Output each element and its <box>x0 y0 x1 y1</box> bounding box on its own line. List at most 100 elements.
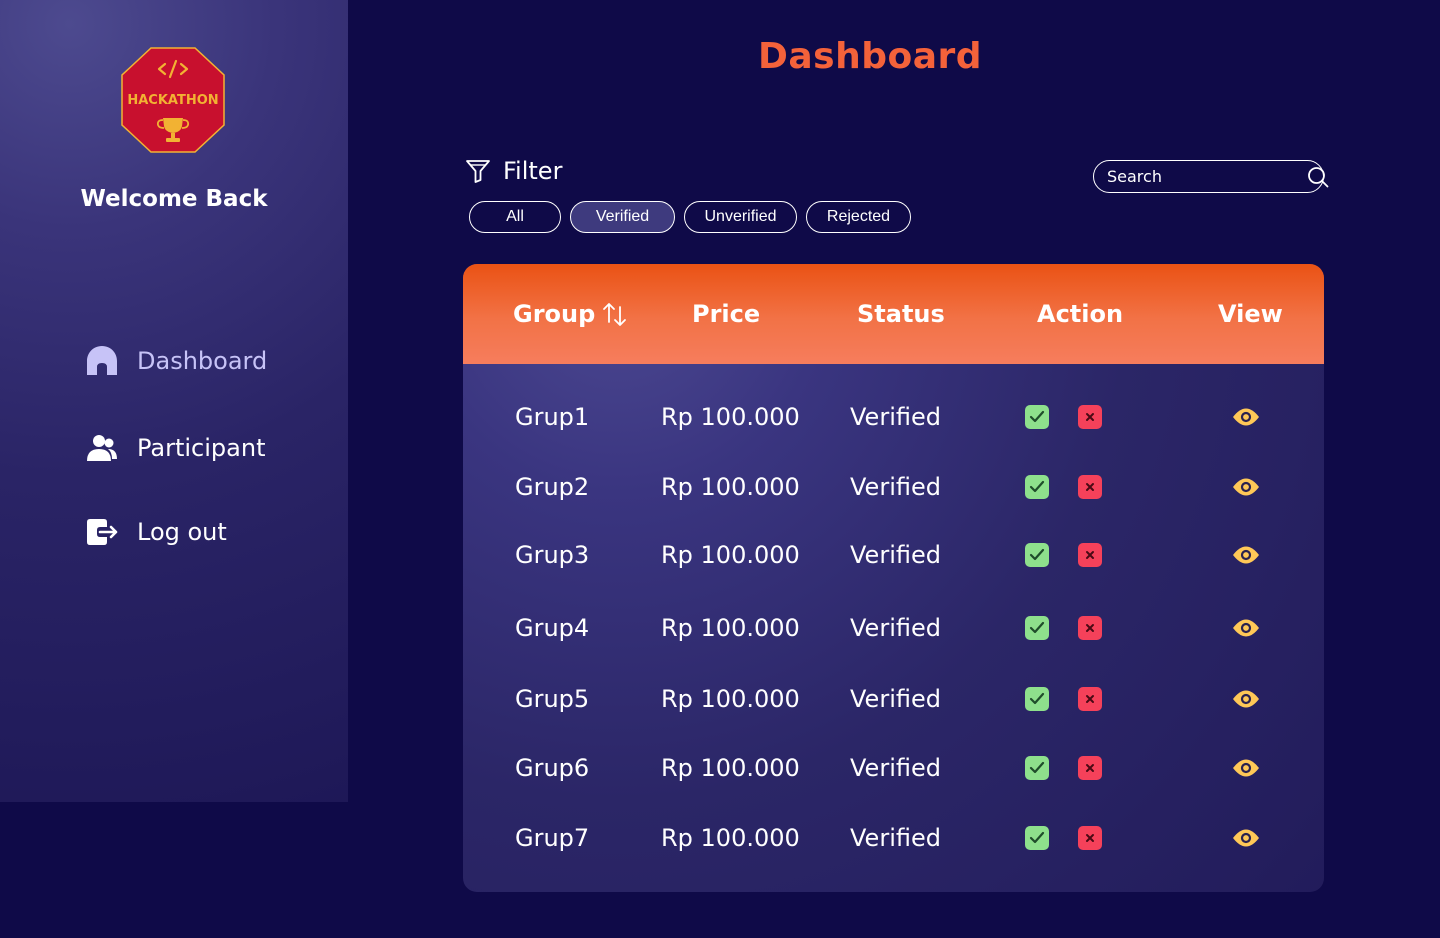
approve-button[interactable] <box>1025 405 1049 429</box>
eye-icon <box>1233 619 1259 637</box>
hackathon-logo: HACKATHON <box>121 47 225 153</box>
cell-status: Verified <box>850 473 941 501</box>
filter-chip-unverified[interactable]: Unverified <box>684 201 797 233</box>
filter-chip-rejected[interactable]: Rejected <box>806 201 911 233</box>
column-header-group[interactable]: Group <box>513 264 628 364</box>
sidebar-item-label: Participant <box>137 434 266 462</box>
cell-status: Verified <box>850 541 941 569</box>
cell-status: Verified <box>850 403 941 431</box>
column-header-view: View <box>1218 300 1283 328</box>
cell-group: Grup7 <box>515 824 590 852</box>
cell-status: Verified <box>850 754 941 782</box>
eye-icon <box>1233 478 1259 496</box>
eye-icon <box>1233 759 1259 777</box>
approve-button[interactable] <box>1025 756 1049 780</box>
table-row: Grup4 Rp 100.000 Verified <box>463 603 1324 653</box>
table-row: Grup1 Rp 100.000 Verified <box>463 392 1324 442</box>
welcome-text: Welcome Back <box>80 186 268 212</box>
cell-group: Grup4 <box>515 614 590 642</box>
cell-status: Verified <box>850 614 941 642</box>
approve-button[interactable] <box>1025 475 1049 499</box>
column-header-action: Action <box>1037 300 1124 328</box>
close-icon <box>1086 834 1094 842</box>
view-button[interactable] <box>1232 475 1260 499</box>
reject-button[interactable] <box>1078 405 1102 429</box>
reject-button[interactable] <box>1078 756 1102 780</box>
check-icon <box>1029 410 1045 423</box>
cell-price: Rp 100.000 <box>661 473 800 501</box>
filter-chip-verified[interactable]: Verified <box>570 201 675 233</box>
check-icon <box>1029 480 1045 493</box>
filter-icon <box>465 158 491 184</box>
cell-status: Verified <box>850 685 941 713</box>
view-button[interactable] <box>1232 687 1260 711</box>
filter-chip-all[interactable]: All <box>469 201 561 233</box>
table-row: Grup3 Rp 100.000 Verified <box>463 530 1324 580</box>
check-icon <box>1029 692 1045 705</box>
sort-icon[interactable] <box>602 300 628 328</box>
sidebar-item-logout[interactable]: Log out <box>84 512 227 552</box>
cell-price: Rp 100.000 <box>661 824 800 852</box>
users-icon <box>84 430 120 466</box>
column-header-price: Price <box>692 300 761 328</box>
table-header: Group Price Status Action View <box>463 264 1324 364</box>
approve-button[interactable] <box>1025 687 1049 711</box>
cell-status: Verified <box>850 824 941 852</box>
close-icon <box>1086 551 1094 559</box>
sidebar: HACKATHON Welcome Back Dashboard Partici… <box>0 0 348 802</box>
approve-button[interactable] <box>1025 826 1049 850</box>
sidebar-item-dashboard[interactable]: Dashboard <box>84 341 267 381</box>
approve-button[interactable] <box>1025 543 1049 567</box>
cell-price: Rp 100.000 <box>661 685 800 713</box>
search-box <box>1093 160 1329 193</box>
table-row: Grup7 Rp 100.000 Verified <box>463 813 1324 863</box>
cell-price: Rp 100.000 <box>661 541 800 569</box>
close-icon <box>1086 483 1094 491</box>
check-icon <box>1029 831 1045 844</box>
filter-label[interactable]: Filter <box>465 157 562 185</box>
reject-button[interactable] <box>1078 543 1102 567</box>
check-icon <box>1029 548 1045 561</box>
reject-button[interactable] <box>1078 687 1102 711</box>
reject-button[interactable] <box>1078 475 1102 499</box>
cell-group: Grup5 <box>515 685 590 713</box>
view-button[interactable] <box>1232 616 1260 640</box>
filter-text: Filter <box>503 157 563 185</box>
app-root: HACKATHON Welcome Back Dashboard Partici… <box>0 0 1440 938</box>
column-header-status: Status <box>857 300 945 328</box>
eye-icon <box>1233 829 1259 847</box>
cell-group: Grup6 <box>515 754 590 782</box>
eye-icon <box>1233 546 1259 564</box>
close-icon <box>1086 624 1094 632</box>
close-icon <box>1086 695 1094 703</box>
table-row: Grup6 Rp 100.000 Verified <box>463 743 1324 793</box>
table-row: Grup5 Rp 100.000 Verified <box>463 674 1324 724</box>
reject-button[interactable] <box>1078 616 1102 640</box>
search-icon[interactable] <box>1307 166 1329 188</box>
logout-icon <box>84 514 120 550</box>
cell-price: Rp 100.000 <box>661 403 800 431</box>
cell-group: Grup2 <box>515 473 590 501</box>
approve-button[interactable] <box>1025 616 1049 640</box>
check-icon <box>1029 621 1045 634</box>
eye-icon <box>1233 690 1259 708</box>
check-icon <box>1029 761 1045 774</box>
cell-price: Rp 100.000 <box>661 614 800 642</box>
search-input[interactable] <box>1107 167 1307 186</box>
close-icon <box>1086 413 1094 421</box>
sidebar-item-participant[interactable]: Participant <box>84 428 265 468</box>
close-icon <box>1086 764 1094 772</box>
table-row: Grup2 Rp 100.000 Verified <box>463 462 1324 512</box>
sidebar-item-label: Log out <box>137 518 227 546</box>
view-button[interactable] <box>1232 756 1260 780</box>
cell-price: Rp 100.000 <box>661 754 800 782</box>
view-button[interactable] <box>1232 826 1260 850</box>
cell-group: Grup3 <box>515 541 590 569</box>
groups-table: Group Price Status Action View Grup1 Rp 1… <box>463 264 1324 892</box>
view-button[interactable] <box>1232 543 1260 567</box>
home-icon <box>84 343 120 379</box>
eye-icon <box>1233 408 1259 426</box>
view-button[interactable] <box>1232 405 1260 429</box>
reject-button[interactable] <box>1078 826 1102 850</box>
cell-group: Grup1 <box>515 403 590 431</box>
